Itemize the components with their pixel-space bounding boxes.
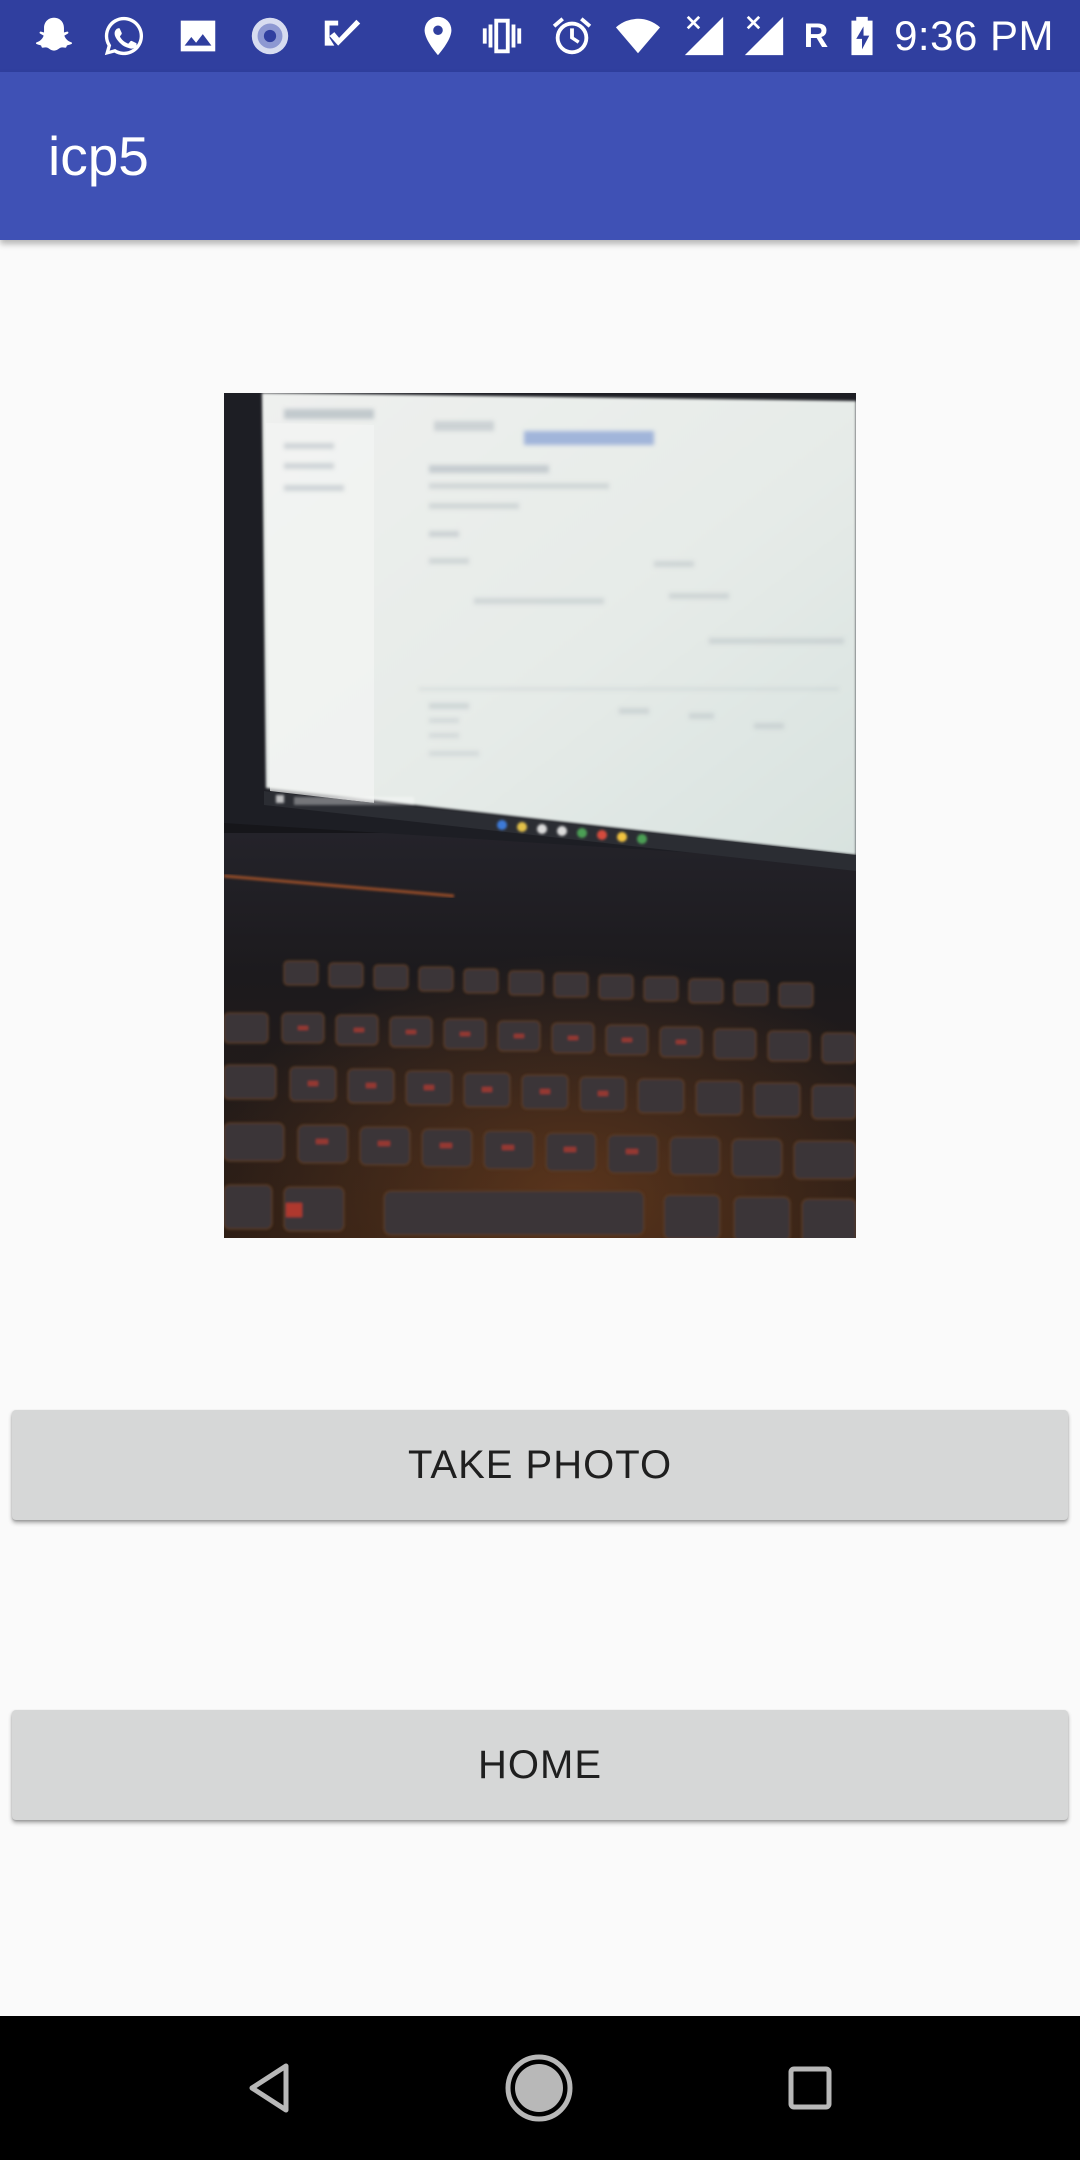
location-icon [414,12,462,60]
battery-charging-icon [838,12,886,60]
status-bar: R 9:36 PM [0,0,1080,72]
checklist-icon [318,12,366,60]
back-icon[interactable] [190,2016,350,2160]
navigation-bar [0,2016,1080,2160]
take-photo-button[interactable]: TAKE PHOTO [12,1410,1068,1520]
vibrate-icon [478,12,526,60]
app-title: icp5 [48,125,149,187]
signal-no-data-icon [740,12,788,60]
sync-progress-icon [246,12,294,60]
snapchat-icon [30,12,78,60]
home-circle-icon[interactable] [459,2016,619,2160]
gallery-icon [174,12,222,60]
app-bar: icp5 [0,72,1080,240]
recents-square-icon[interactable] [730,2016,890,2160]
alarm-icon [548,12,596,60]
status-time: 9:36 PM [894,12,1054,59]
home-button[interactable]: HOME [12,1710,1068,1820]
roaming-label: R [803,16,829,55]
roaming-r-icon: R [792,12,840,60]
whatsapp-icon [100,12,148,60]
wifi-icon [614,12,662,60]
captured-photo [224,393,856,1238]
signal-no-data-icon [680,12,728,60]
